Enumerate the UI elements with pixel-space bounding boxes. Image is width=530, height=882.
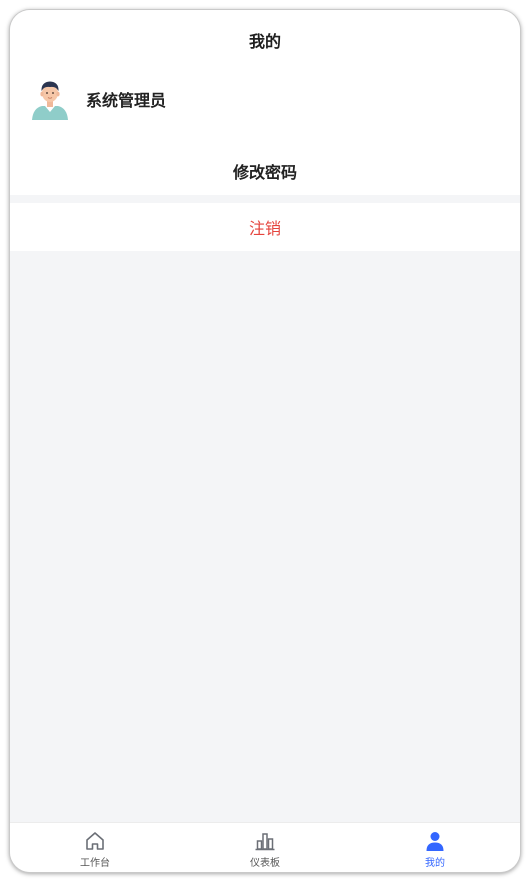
bottom-tab-bar: 工作台 仪表板 我的 <box>10 822 520 872</box>
change-password-label: 修改密码 <box>232 163 297 182</box>
tab-mine-label: 我的 <box>425 858 445 869</box>
tab-dashboard[interactable]: 仪表板 <box>180 823 350 872</box>
avatar <box>32 81 68 120</box>
logout-button[interactable]: 注销 <box>10 203 520 251</box>
profile-card[interactable]: 系统管理员 <box>10 70 520 148</box>
tab-mine[interactable]: 我的 <box>350 823 520 872</box>
tab-workbench[interactable]: 工作台 <box>10 823 180 872</box>
page-header: 我的 <box>10 10 520 70</box>
username: 系统管理员 <box>86 91 167 110</box>
tab-dashboard-label: 仪表板 <box>250 858 280 869</box>
change-password-button[interactable]: 修改密码 <box>10 147 520 195</box>
home-icon <box>86 832 104 850</box>
bar-chart-icon <box>255 833 275 851</box>
tab-workbench-label: 工作台 <box>80 858 110 869</box>
logout-label: 注销 <box>248 219 281 238</box>
phone-frame: 我的 系统管理员 修改密码 注销 工作台 仪表板 我的 <box>10 10 520 872</box>
user-icon <box>426 832 444 851</box>
page-title: 我的 <box>248 32 281 51</box>
